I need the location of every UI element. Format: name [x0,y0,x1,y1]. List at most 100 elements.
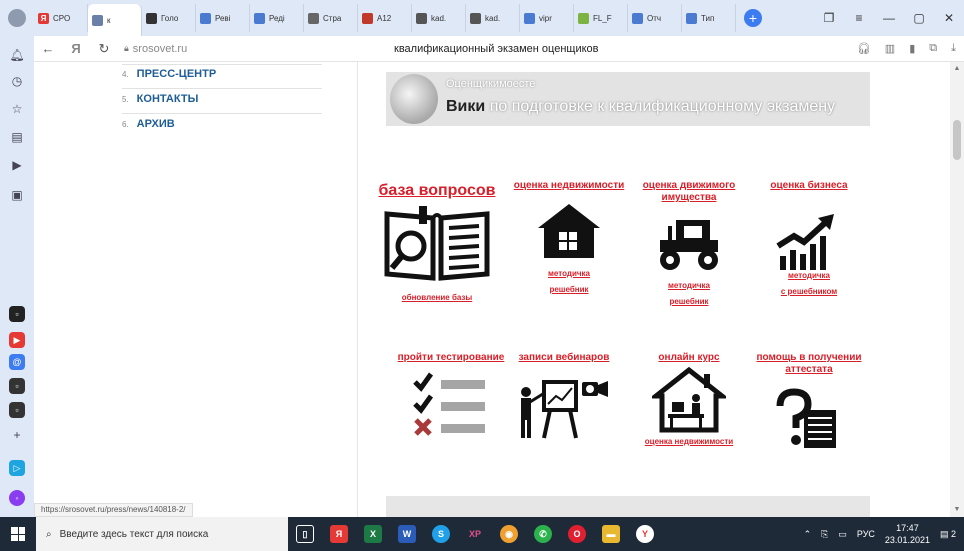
reload-icon[interactable]: ↻ [90,41,118,57]
mail-icon[interactable]: @ [9,354,25,370]
bookmark-icon[interactable]: ▮ [909,42,915,55]
messenger-icon[interactable]: ▷ [9,460,25,476]
cell-title[interactable]: онлайн курс [629,352,749,364]
browser-tab[interactable]: Реді [250,4,304,32]
scrollbar[interactable]: ▲ ▼ [950,62,964,517]
notifications-icon[interactable]: 🔔︎ [8,46,26,64]
sidebar-app-1[interactable]: ▫ [9,306,25,322]
add-app-icon[interactable]: + [8,426,26,444]
browser-tab[interactable]: vipr [520,4,574,32]
cell-title[interactable]: пройти тестирование [391,352,511,364]
browser-tab[interactable]: FL_F [574,4,628,32]
cell-title[interactable]: записи вебинаров [504,352,624,364]
youtube-icon[interactable]: ▶ [9,332,25,348]
downloads-icon[interactable]: ⤓ [951,42,956,55]
grid-cell-certificate-help[interactable]: помощь в получении аттестата [749,352,869,452]
excel-icon[interactable]: X [356,517,390,551]
tray-network-icon[interactable]: ⎘ [821,529,828,540]
tab-label: Отч [647,13,662,23]
sidebar-app-2[interactable]: ▫ [9,378,25,394]
link-update-base[interactable]: обновление базы [377,292,497,303]
url-field[interactable]: srosovet.ru [133,43,187,55]
cell-title[interactable]: оценка движимого имущества [629,180,749,204]
word-icon[interactable]: W [390,517,424,551]
browser-tab[interactable]: к [88,4,142,36]
link-solutions[interactable]: решебник [629,296,749,307]
browser-tab[interactable]: Реві [196,4,250,32]
wiki-banner[interactable]: Оценщикимоесте Вики по подготовке к квал… [386,72,870,126]
browser-tab[interactable]: kad. [466,4,520,32]
link-manual[interactable]: методичка [749,270,869,281]
menu-item-press[interactable]: 4. ПРЕСС-ЦЕНТР [122,68,216,80]
yandex-app-icon[interactable]: Я [322,517,356,551]
grid-cell-movable-property[interactable]: оценка движимого имущества методичка реш… [629,180,749,307]
file-explorer-icon[interactable]: ▬ [594,517,628,551]
scroll-down-icon[interactable]: ▼ [950,503,964,517]
browser-tab[interactable]: Отч [628,4,682,32]
opera-icon[interactable]: O [560,517,594,551]
browser-tab[interactable]: Стра [304,4,358,32]
grid-cell-real-estate[interactable]: оценка недвижимости методичка решебник [509,180,629,295]
tab-label: FL_F [593,13,612,23]
minimize-button[interactable]: — [874,11,904,25]
notifications-icon[interactable]: ▤ 2 [940,529,956,540]
grid-cell-business[interactable]: оценка бизнеса методичка с решебником [749,180,869,297]
chat-icon[interactable]: ◉ [492,517,526,551]
yandex-browser-icon[interactable]: Y [628,517,662,551]
extensions-icon[interactable]: ⧉ [929,42,937,55]
tray-expand-icon[interactable]: ⌃ [804,529,812,540]
tab-label: к [107,15,111,25]
cell-title[interactable]: помощь в получении аттестата [749,352,869,376]
bookmarks-icon[interactable]: ☆ [8,100,26,118]
cell-title[interactable]: оценка недвижимости [509,180,629,192]
start-button[interactable] [0,517,36,551]
new-tab-button[interactable]: + [744,9,762,27]
language-indicator[interactable]: РУС [857,529,875,539]
browser-tab[interactable]: А12 [358,4,412,32]
cell-title[interactable]: база вопросов [377,182,497,200]
link-manual[interactable]: методичка [629,280,749,291]
browser-tab[interactable]: Я СРО [34,4,88,32]
menu-item-contacts[interactable]: 5. КОНТАКТЫ [122,93,198,105]
cell-title[interactable]: оценка бизнеса [749,180,869,192]
bottom-map-banner[interactable] [386,496,870,517]
clock[interactable]: 17:47 23.01.2021 [885,522,930,546]
back-icon[interactable]: ← [34,41,62,56]
browser-tab[interactable]: kad. [412,4,466,32]
xp-icon[interactable]: XP [458,517,492,551]
grid-cell-webinars[interactable]: записи вебинаров [504,352,624,442]
grid-cell-question-base[interactable]: база вопросов обновление базы [377,182,497,303]
grid-cell-online-course[interactable]: онлайн курс оценка недвижимости [629,352,749,447]
history-icon[interactable]: ◷ [8,72,26,90]
apps-icon[interactable]: ▣ [8,186,26,204]
reader-icon[interactable]: ▥ [885,42,895,55]
skype-icon[interactable]: S [424,517,458,551]
link-with-solutions[interactable]: с решебником [749,286,869,297]
grid-cell-testing[interactable]: пройти тестирование [391,352,511,440]
maximize-button[interactable]: ▢ [904,11,934,25]
tabs-overview-icon[interactable]: ❐ [814,11,844,25]
link-real-estate[interactable]: оценка недвижимости [629,436,749,447]
collections-icon[interactable]: ▤ [8,128,26,146]
link-manual[interactable]: методичка [509,268,629,279]
browser-tab[interactable]: Тип [682,4,736,32]
headphones-icon[interactable]: 🎧︎ [857,42,871,55]
media-icon[interactable]: ▶ [8,156,26,174]
alice-icon[interactable]: ◦ [9,490,25,506]
sidebar-app-3[interactable]: ▫ [9,402,25,418]
browser-tab[interactable]: Голо [142,4,196,32]
lock-icon[interactable]: 🔒︎ [124,43,129,54]
menu-item-archive[interactable]: 6. АРХИВ [122,118,175,130]
scroll-up-icon[interactable]: ▲ [950,62,964,76]
menu-icon[interactable]: ≡ [844,11,874,25]
profile-button[interactable] [0,0,34,36]
yandex-logo-icon[interactable]: Я [62,41,90,56]
scroll-thumb[interactable] [953,120,961,160]
tray-volume-icon[interactable]: ▭ [838,529,847,540]
link-solutions[interactable]: решебник [509,284,629,295]
task-view-icon[interactable]: ▯ [288,517,322,551]
tab-label: Тип [701,13,715,23]
taskbar-search[interactable]: ⌕ Введите здесь текст для поиска [36,517,288,551]
whatsapp-icon[interactable]: ✆ [526,517,560,551]
close-button[interactable]: ✕ [934,11,964,25]
